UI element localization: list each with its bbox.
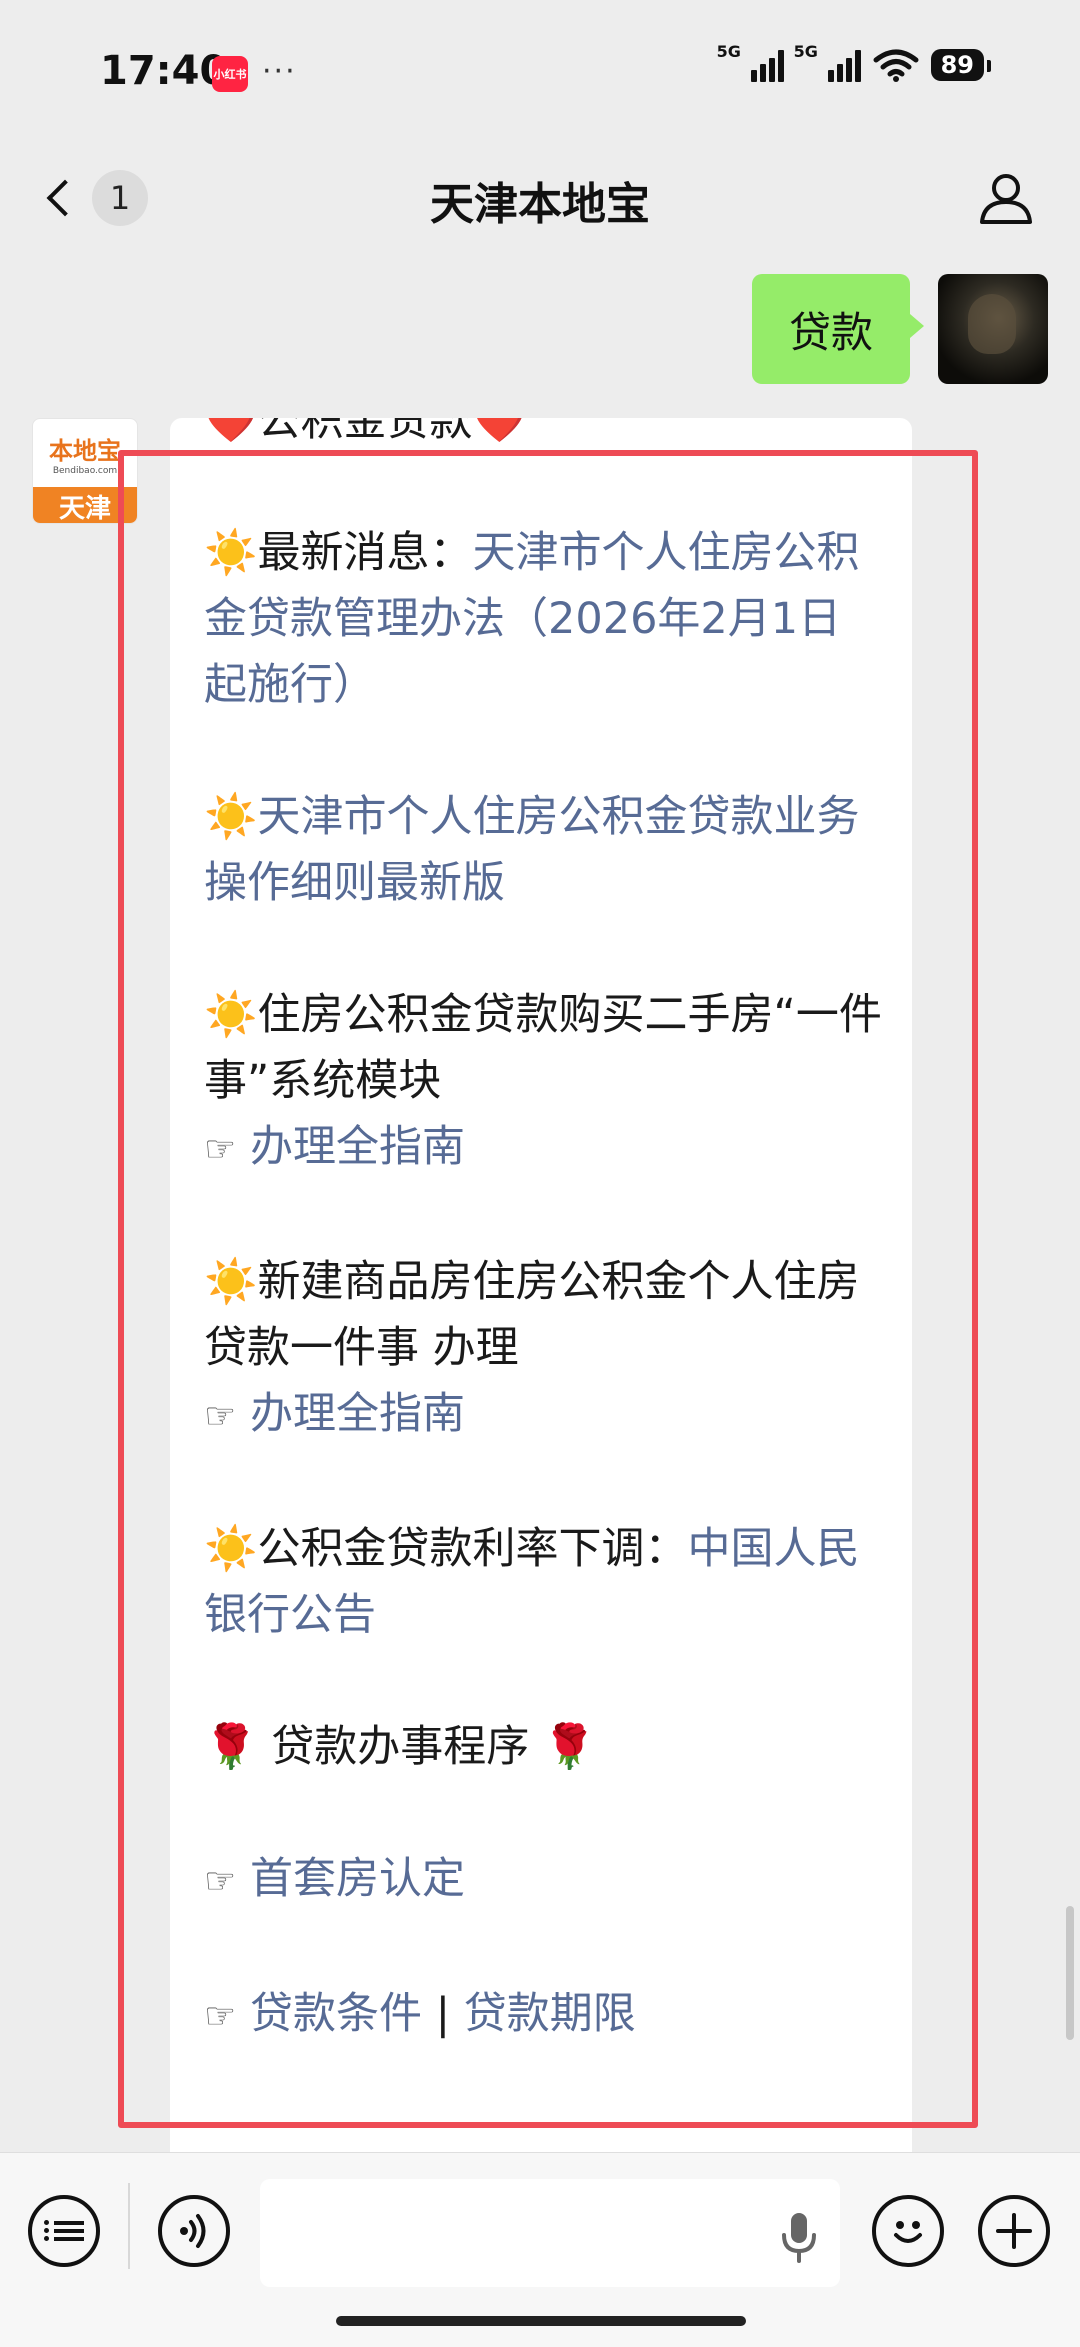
status-bar: 17:40 小红书 ··· 5G 5G 89 xyxy=(0,0,1080,140)
link-operation-rules[interactable]: 天津市个人住房公积金贷款业务操作细则最新版 xyxy=(204,792,860,908)
logo-name: 本地宝 xyxy=(49,435,121,465)
home-indicator[interactable] xyxy=(336,2316,746,2326)
wifi-icon xyxy=(873,49,919,82)
message-content: ❤️公积金贷款❤️ ☀️最新消息：天津市个人住房公积金贷款管理办法（2026年2… xyxy=(204,418,884,2050)
unread-count-badge: 1 xyxy=(92,170,148,226)
network-type-label: 5G xyxy=(793,42,818,61)
list-item: ☀️住房公积金贷款购买二手房“一件事”系统模块 xyxy=(204,990,882,1106)
scrollbar[interactable] xyxy=(1066,1906,1074,2040)
list-item: ☞ 贷款条件 | 贷款期限 xyxy=(204,1981,884,2050)
voice-input-button[interactable] xyxy=(158,2195,230,2267)
sun-icon: ☀️ xyxy=(204,1257,258,1307)
smiley-icon xyxy=(894,2221,922,2243)
rose-icon: 🌹 xyxy=(542,1722,597,1772)
sent-message-bubble[interactable]: 贷款 xyxy=(752,274,924,384)
sun-icon: ☀️ xyxy=(204,792,258,842)
sun-icon: ☀️ xyxy=(204,1524,258,1574)
sun-icon: ☀️ xyxy=(204,528,258,578)
chat-title: 天津本地宝 xyxy=(430,179,650,230)
rose-icon: 🌹 xyxy=(204,1722,258,1772)
section-title: 🌹 贷款办事程序 🌹 xyxy=(204,1722,597,1772)
received-message-bubble: ❤️公积金贷款❤️ ☀️最新消息：天津市个人住房公积金贷款管理办法（2026年2… xyxy=(170,418,912,2178)
logo-city: 天津 xyxy=(33,487,137,523)
chevron-left-icon xyxy=(46,179,84,217)
link-guide-new-home[interactable]: 办理全指南 xyxy=(250,1389,465,1439)
pointing-hand-icon: ☞ xyxy=(204,1396,237,1437)
list-item: ☞ 首套房认定 xyxy=(204,1846,884,1915)
heart-icon: ❤️ xyxy=(204,418,258,446)
sun-icon: ☀️ xyxy=(204,990,258,1040)
emoji-button[interactable] xyxy=(872,2195,944,2267)
cellular-signal-icon: 5G xyxy=(717,42,784,82)
cellular-signal-icon: 5G xyxy=(794,42,861,82)
link-guide-second-hand[interactable]: 办理全指南 xyxy=(250,1122,465,1172)
list-item: ☀️新建商品房住房公积金个人住房贷款一件事 办理 xyxy=(204,1257,860,1373)
message-heading: ❤️公积金贷款❤️ xyxy=(204,418,884,454)
list-item: ☀️最新消息：天津市个人住房公积金贷款管理办法（2026年2月1日起施行） xyxy=(204,528,860,710)
link-loan-term[interactable]: 贷款期限 xyxy=(464,1989,636,2039)
message-input[interactable] xyxy=(260,2179,840,2287)
profile-icon[interactable] xyxy=(976,168,1036,228)
sender-avatar[interactable]: 本地宝 Bendibao.com 天津 xyxy=(32,418,138,524)
user-avatar[interactable] xyxy=(938,274,1048,384)
status-time: 17:40 xyxy=(100,48,228,94)
more-notifications-icon: ··· xyxy=(262,54,297,89)
pointing-hand-icon: ☞ xyxy=(204,1861,237,1902)
back-button[interactable]: 1 xyxy=(40,170,148,226)
link-first-home[interactable]: 首套房认定 xyxy=(250,1854,465,1904)
logo-domain: Bendibao.com xyxy=(52,465,118,476)
list-item: ☀️公积金贷款利率下调：中国人民银行公告 xyxy=(204,1524,860,1640)
list-item: ☞ 办理全指南 xyxy=(204,1114,884,1183)
status-indicators: 5G 5G 89 xyxy=(717,42,992,82)
list-item: ☞ 办理全指南 xyxy=(204,1381,884,1450)
list-item: ☀️天津市个人住房公积金贷款业务操作细则最新版 xyxy=(204,784,884,916)
network-type-label: 5G xyxy=(716,42,741,61)
sent-message-text: 贷款 xyxy=(788,307,873,357)
voice-icon xyxy=(180,2214,206,2248)
divider xyxy=(128,2183,130,2269)
battery-level: 89 xyxy=(930,49,992,81)
menu-button[interactable] xyxy=(28,2195,100,2267)
list-icon xyxy=(44,2217,84,2245)
pointing-hand-icon: ☞ xyxy=(204,1129,237,1170)
link-separator: | xyxy=(435,1989,451,2039)
microphone-icon[interactable] xyxy=(774,2209,824,2265)
chat-header: 1 天津本地宝 xyxy=(0,140,1080,260)
pointing-hand-icon: ☞ xyxy=(204,1996,237,2037)
more-actions-button[interactable] xyxy=(978,2195,1050,2267)
plus-icon xyxy=(996,2213,1032,2249)
rednote-app-icon: 小红书 xyxy=(212,56,248,92)
heart-icon: ❤️ xyxy=(472,418,527,446)
link-loan-conditions[interactable]: 贷款条件 xyxy=(250,1989,422,2039)
